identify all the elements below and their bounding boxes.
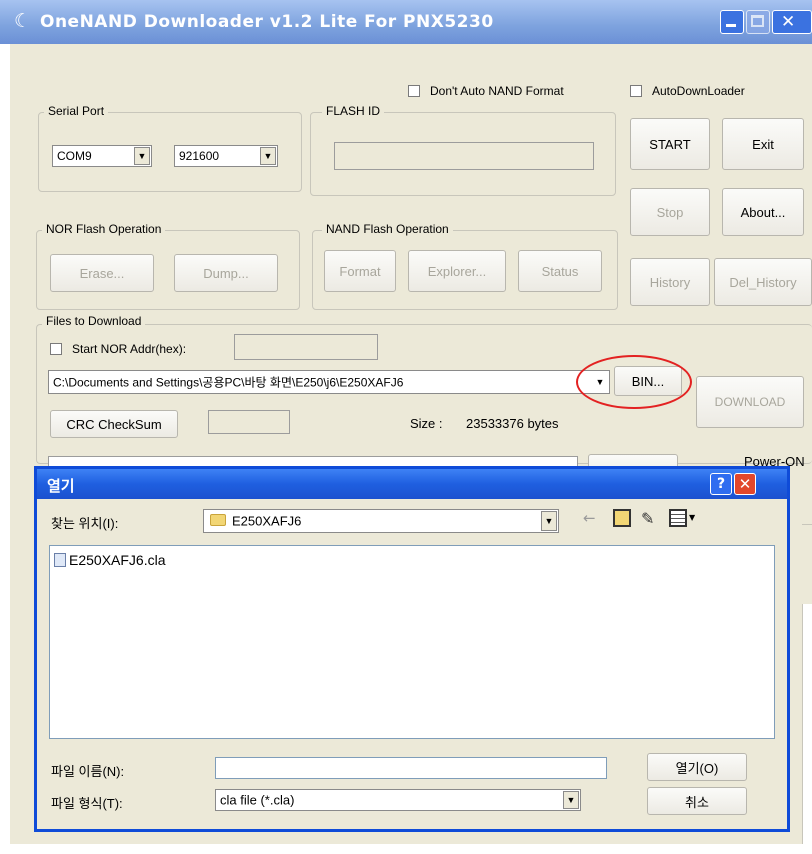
chevron-down-icon: ▼ xyxy=(689,513,696,522)
title-bar[interactable]: ☾ OneNAND Downloader v1.2 Lite For PNX52… xyxy=(0,0,812,44)
crc-checksum-button[interactable]: CRC CheckSum xyxy=(50,410,178,438)
start-nor-addr-checkbox[interactable] xyxy=(50,343,62,355)
file-list[interactable]: E250XAFJ6.cla xyxy=(49,545,775,739)
nor-flash-label: NOR Flash Operation xyxy=(42,222,166,236)
baud-rate-select[interactable]: 921600 ▼ xyxy=(174,145,278,167)
help-icon: ? xyxy=(716,476,726,492)
dont-auto-nand-format-label: Don't Auto NAND Format xyxy=(430,84,564,98)
com-port-value: COM9 xyxy=(57,149,92,163)
filetype-value: cla file (*.cla) xyxy=(220,792,295,808)
size-label: Size : xyxy=(410,416,443,431)
maximize-icon xyxy=(751,15,764,27)
red-annotation-circle xyxy=(576,355,692,409)
back-icon[interactable]: ← xyxy=(583,509,596,527)
start-button[interactable]: START xyxy=(630,118,710,170)
close-icon: ✕ xyxy=(738,475,752,493)
nand-flash-label: NAND Flash Operation xyxy=(322,222,453,236)
look-in-select[interactable]: E250XAFJ6 ▼ xyxy=(203,509,559,533)
crc-field xyxy=(208,410,290,434)
baud-rate-value: 921600 xyxy=(179,149,220,163)
auto-downloader-checkbox[interactable] xyxy=(630,85,642,97)
panel-edge xyxy=(802,524,812,605)
size-value: 23533376 bytes xyxy=(466,416,559,431)
auto-downloader-label: AutoDownLoader xyxy=(652,84,745,98)
new-folder-icon[interactable]: ✎ xyxy=(641,509,654,528)
window-title: OneNAND Downloader v1.2 Lite For PNX5230 xyxy=(40,12,494,32)
folder-icon xyxy=(210,514,226,526)
app-icon: ☾ xyxy=(14,10,32,32)
chevron-down-icon: ▼ xyxy=(541,511,557,531)
minimize-button[interactable] xyxy=(720,10,744,34)
start-nor-addr-label: Start NOR Addr(hex): xyxy=(72,342,187,356)
about-button[interactable]: About... xyxy=(722,188,804,236)
look-in-value: E250XAFJ6 xyxy=(232,513,302,529)
files-label: Files to Download xyxy=(42,314,146,328)
chevron-down-icon: ▼ xyxy=(260,147,276,165)
view-menu-icon[interactable] xyxy=(669,509,687,527)
maximize-button[interactable] xyxy=(746,10,770,34)
nand-format-button[interactable]: Format xyxy=(324,250,396,292)
stop-button[interactable]: Stop xyxy=(630,188,710,236)
chevron-down-icon: ▼ xyxy=(134,147,150,165)
filetype-select[interactable]: cla file (*.cla) ▼ xyxy=(215,789,581,811)
nor-dump-button[interactable]: Dump... xyxy=(174,254,278,292)
bin-path-value: C:\Documents and Settings\공용PC\바탕 화면\E25… xyxy=(53,375,404,390)
open-button[interactable]: 열기(O) xyxy=(647,753,747,781)
cancel-button[interactable]: 취소 xyxy=(647,787,747,815)
filetype-label: 파일 형식(T): xyxy=(51,796,123,811)
exit-button[interactable]: Exit xyxy=(722,118,804,170)
nand-status-button[interactable]: Status xyxy=(518,250,602,292)
up-folder-icon[interactable] xyxy=(613,509,631,527)
close-button[interactable]: ✕ xyxy=(772,10,812,34)
dialog-title-bar[interactable]: 열기 ? ✕ xyxy=(37,469,787,499)
file-name: E250XAFJ6.cla xyxy=(69,552,166,568)
file-icon xyxy=(54,553,66,567)
look-in-label: 찾는 위치(I): xyxy=(51,516,119,531)
start-nor-addr-field[interactable] xyxy=(234,334,378,360)
flash-id-label: FLASH ID xyxy=(322,104,385,118)
dont-auto-nand-format-checkbox[interactable] xyxy=(408,85,420,97)
serial-port-label: Serial Port xyxy=(44,104,109,118)
dialog-title: 열기 xyxy=(47,477,75,495)
help-button[interactable]: ? xyxy=(710,473,732,495)
com-port-select[interactable]: COM9 ▼ xyxy=(52,145,152,167)
flash-id-field xyxy=(334,142,594,170)
close-icon: ✕ xyxy=(781,12,796,32)
minimize-icon xyxy=(726,24,736,27)
filename-label: 파일 이름(N): xyxy=(51,764,125,779)
history-button[interactable]: History xyxy=(630,258,710,306)
nand-explorer-button[interactable]: Explorer... xyxy=(408,250,506,292)
filename-input[interactable] xyxy=(215,757,607,779)
bin-path-select[interactable]: C:\Documents and Settings\공용PC\바탕 화면\E25… xyxy=(48,370,610,394)
download-button[interactable]: DOWNLOAD xyxy=(696,376,804,428)
del-history-button[interactable]: Del_History xyxy=(714,258,812,306)
log-area-edge xyxy=(802,604,812,844)
dialog-close-button[interactable]: ✕ xyxy=(734,473,756,495)
nor-erase-button[interactable]: Erase... xyxy=(50,254,154,292)
open-dialog: 열기 ? ✕ 찾는 위치(I): E250XAFJ6 ▼ ← ✎ ▼ E250X… xyxy=(34,466,790,832)
chevron-down-icon: ▼ xyxy=(563,791,579,809)
